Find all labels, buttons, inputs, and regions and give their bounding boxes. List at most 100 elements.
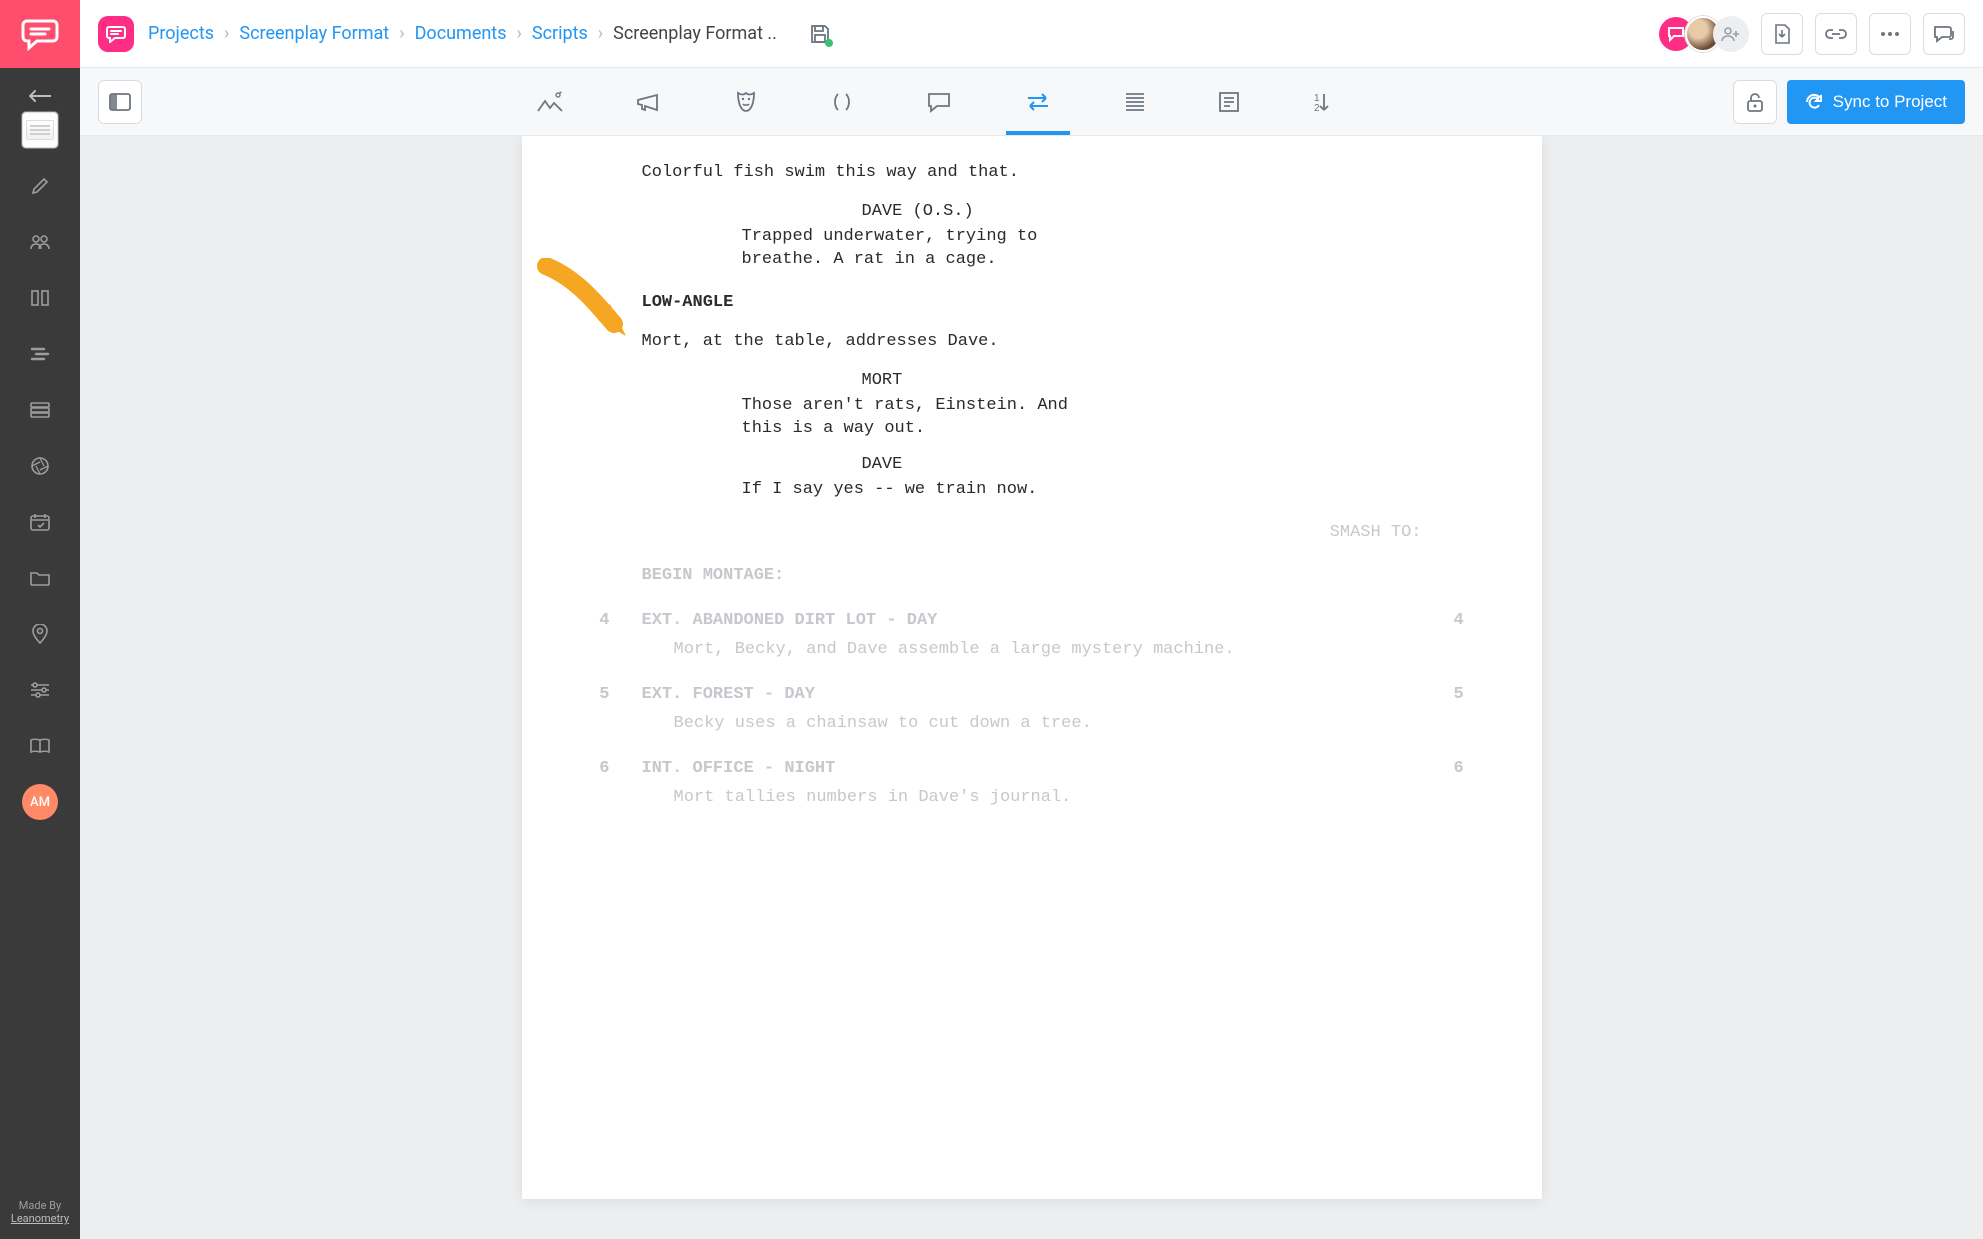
footer-text: Made By — [11, 1199, 69, 1212]
montage-begin[interactable]: BEGIN MONTAGE: — [642, 565, 1482, 588]
landscape-icon — [536, 91, 564, 113]
sidebar-item-edit[interactable] — [22, 168, 58, 204]
more-icon — [1880, 31, 1900, 37]
subheader-shot[interactable]: LOW-ANGLE — [642, 292, 1482, 315]
svg-text:2: 2 — [1314, 103, 1320, 112]
scene-heading-row[interactable]: 5 EXT. FOREST - DAY 5 — [582, 684, 1482, 707]
tool-dialogue[interactable] — [918, 81, 960, 123]
chevron-right-icon: › — [598, 23, 603, 44]
topbar: Projects › Screenplay Format › Documents… — [80, 0, 1983, 68]
action-line[interactable]: Mort tallies numbers in Dave's journal. — [674, 787, 1434, 810]
export-button[interactable] — [1761, 13, 1803, 55]
sidebar-item-shotlist[interactable] — [22, 448, 58, 484]
action-line[interactable]: Mort, Becky, and Dave assemble a large m… — [674, 639, 1434, 662]
scene-heading-row[interactable]: 4 EXT. ABANDONED DIRT LOT - DAY 4 — [582, 610, 1482, 633]
action-line[interactable]: Becky uses a chainsaw to cut down a tree… — [674, 713, 1434, 736]
character-cue[interactable]: DAVE — [862, 454, 1482, 477]
bubble-icon — [926, 91, 952, 113]
chat-bubble-icon — [1667, 26, 1685, 42]
sidebar-item-reports[interactable] — [22, 392, 58, 428]
calendar-icon — [30, 513, 50, 531]
saved-indicator-dot — [825, 39, 833, 47]
tool-scene[interactable] — [528, 81, 572, 123]
scene-heading[interactable]: EXT. ABANDONED DIRT LOT - DAY — [642, 610, 1422, 633]
crumb-screenplay-format[interactable]: Screenplay Format — [239, 23, 389, 44]
sidebar-item-sides[interactable] — [22, 280, 58, 316]
more-button[interactable] — [1869, 13, 1911, 55]
character-cue[interactable]: DAVE (O.S.) — [862, 201, 1482, 224]
rows-icon — [30, 402, 50, 418]
tool-parenthetical[interactable] — [822, 82, 862, 122]
add-collaborator-button[interactable] — [1713, 16, 1749, 52]
rail-footer: Made By Leanometry — [11, 1189, 69, 1239]
sidebar-item-settings[interactable] — [22, 672, 58, 708]
tool-note[interactable] — [1210, 81, 1248, 123]
scene-number-left: 6 — [582, 758, 642, 781]
sidebar-item-locations[interactable] — [22, 616, 58, 652]
tool-character[interactable] — [726, 80, 766, 124]
dialogue-line[interactable]: If I say yes -- we train now. — [742, 479, 1262, 502]
app-logo[interactable] — [0, 0, 80, 68]
chevron-right-icon: › — [224, 23, 229, 44]
breadcrumb: Projects › Screenplay Format › Documents… — [148, 23, 777, 44]
add-user-icon — [1721, 26, 1741, 42]
footer-link[interactable]: Leanometry — [11, 1212, 69, 1225]
sidebar-item-breakdown[interactable] — [22, 336, 58, 372]
avatar-initials: AM — [30, 795, 50, 810]
sync-to-project-button[interactable]: Sync to Project — [1787, 80, 1965, 124]
book-icon — [30, 738, 50, 754]
tool-scene-numbers[interactable]: 12 — [1304, 82, 1346, 122]
chevron-right-icon: › — [399, 23, 404, 44]
link-icon — [1825, 27, 1847, 41]
left-rail: AM Made By Leanometry — [0, 0, 80, 1239]
dialogue-line[interactable]: Trapped underwater, trying to breathe. A… — [742, 226, 1262, 272]
sliders-icon — [30, 682, 50, 698]
share-link-button[interactable] — [1815, 13, 1857, 55]
topbar-right — [1659, 13, 1965, 55]
chat-icon — [106, 25, 126, 43]
speech-icon — [1933, 25, 1955, 43]
pencil-icon — [31, 177, 49, 195]
crumb-documents[interactable]: Documents — [415, 23, 507, 44]
action-line[interactable]: Mort, at the table, addresses Dave. — [642, 331, 1402, 354]
sidebar-item-calendar[interactable] — [22, 504, 58, 540]
tool-announce[interactable] — [628, 82, 670, 122]
paragraph-icon — [1124, 92, 1146, 112]
scene-heading[interactable]: EXT. FOREST - DAY — [642, 684, 1422, 707]
sidebar-item-script-page[interactable] — [22, 112, 58, 148]
action-line[interactable]: Colorful fish swim this way and that. — [642, 162, 1402, 185]
editor-canvas[interactable]: Colorful fish swim this way and that. DA… — [80, 136, 1983, 1239]
sidebar-item-cast[interactable] — [22, 224, 58, 260]
crumb-scripts[interactable]: Scripts — [532, 23, 588, 44]
dialogue-line[interactable]: Those aren't rats, Einstein. And this is… — [742, 395, 1262, 441]
tool-action[interactable] — [1116, 82, 1154, 122]
tool-transition[interactable] — [1016, 83, 1060, 121]
scene-heading[interactable]: INT. OFFICE - NIGHT — [642, 758, 1422, 781]
scene-number-left: 4 — [582, 610, 642, 633]
save-status[interactable] — [809, 23, 831, 45]
home-button[interactable] — [98, 16, 134, 52]
character-cue[interactable]: MORT — [862, 370, 1482, 393]
scene-number-right: 5 — [1422, 684, 1482, 707]
lock-button[interactable] — [1733, 80, 1777, 124]
script-page[interactable]: Colorful fish swim this way and that. DA… — [522, 136, 1542, 1199]
toggle-sidebar-button[interactable] — [98, 80, 142, 124]
arrows-icon — [1024, 93, 1052, 111]
user-avatar-mini[interactable]: AM — [22, 784, 58, 820]
megaphone-icon — [636, 92, 662, 112]
scene-number-left: 5 — [582, 684, 642, 707]
note-icon — [1218, 91, 1240, 113]
unlock-icon — [1745, 91, 1765, 113]
back-arrow-icon[interactable] — [29, 90, 51, 102]
sidebar-item-files[interactable] — [22, 560, 58, 596]
sync-label: Sync to Project — [1833, 92, 1947, 112]
layers-icon — [30, 346, 50, 362]
refresh-icon — [1805, 93, 1823, 111]
sidebar-item-read[interactable] — [22, 728, 58, 764]
scene-heading-row[interactable]: 6 INT. OFFICE - NIGHT 6 — [582, 758, 1482, 781]
transition-line[interactable]: SMASH TO: — [582, 522, 1422, 545]
people-icon — [30, 234, 50, 250]
panel-icon — [109, 93, 131, 111]
crumb-projects[interactable]: Projects — [148, 23, 214, 44]
chat-button[interactable] — [1923, 13, 1965, 55]
